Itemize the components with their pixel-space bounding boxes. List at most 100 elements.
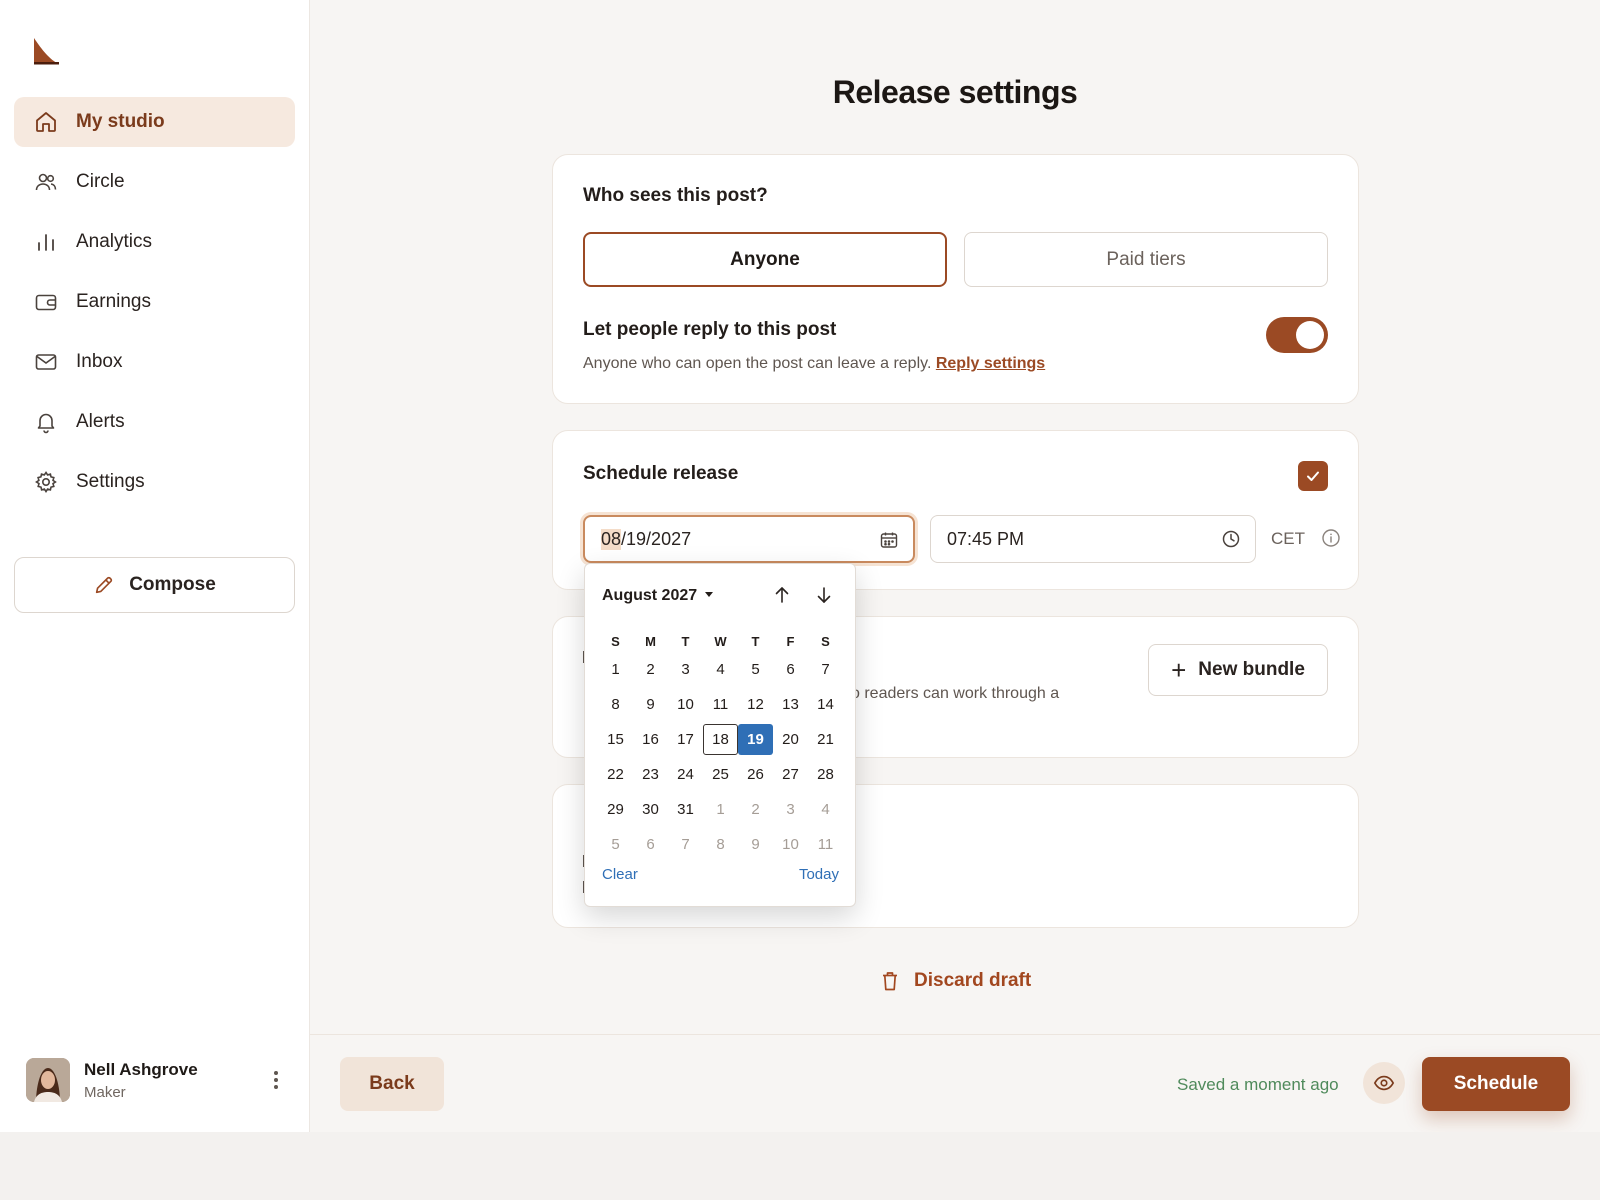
calendar-day[interactable]: 8 — [703, 829, 738, 860]
calendar-day[interactable]: 20 — [773, 724, 808, 755]
calendar-icon[interactable] — [879, 530, 899, 550]
calendar-day[interactable]: 22 — [598, 759, 633, 790]
new-bundle-label: New bundle — [1198, 659, 1305, 680]
calendar-day[interactable]: 2 — [738, 794, 773, 825]
calendar-day-selected[interactable]: 19 — [738, 724, 773, 755]
calendar-day[interactable]: 14 — [808, 689, 843, 720]
sidebar-item-my-studio[interactable]: My studio — [14, 97, 295, 147]
audience-option-paid-tiers[interactable]: Paid tiers — [964, 232, 1328, 287]
calendar-day[interactable]: 6 — [633, 829, 668, 860]
calendar-day[interactable]: 7 — [808, 654, 843, 685]
bar-chart-icon — [34, 230, 58, 254]
sidebar-item-earnings[interactable]: Earnings — [14, 277, 295, 327]
discard-draft-label: Discard draft — [914, 970, 1032, 991]
time-input[interactable]: 07:45 PM — [930, 515, 1256, 563]
calendar-day[interactable]: 27 — [773, 759, 808, 790]
date-month-segment[interactable]: 08 — [601, 528, 622, 550]
home-icon — [34, 110, 58, 134]
users-icon — [34, 170, 58, 194]
calendar-day[interactable]: 7 — [668, 829, 703, 860]
schedule-checkbox[interactable] — [1298, 461, 1328, 491]
reply-settings-link[interactable]: Reply settings — [936, 355, 1045, 372]
compose-button[interactable]: Compose — [14, 557, 295, 613]
calendar-day[interactable]: 15 — [598, 724, 633, 755]
sidebar-item-analytics[interactable]: Analytics — [14, 217, 295, 267]
calendar-weekday: M — [645, 634, 656, 649]
preview-button[interactable] — [1363, 1062, 1405, 1104]
date-input[interactable]: 08/19/2027 — [583, 515, 915, 563]
arrow-up-icon[interactable] — [772, 584, 792, 606]
calendar-week-row: 15 16 17 18 19 20 21 — [598, 724, 844, 759]
calendar-month-selector[interactable]: August 2027 — [602, 587, 713, 605]
calendar-day[interactable]: 9 — [633, 689, 668, 720]
calendar-day[interactable]: 1 — [703, 794, 738, 825]
user-profile[interactable]: Nell Ashgrove Maker — [26, 1056, 286, 1104]
sidebar-item-label: Circle — [76, 171, 125, 192]
date-picker-popover: August 2027 S M T W T F S 1 2 3 4 5 6 7 8 9 10 11 12 13 14 15… — [584, 563, 856, 907]
calendar-day[interactable]: 4 — [808, 794, 843, 825]
discard-draft-button[interactable]: Discard draft — [880, 970, 1031, 992]
sidebar-nav: My studio Circle Analytics Earnings Inbo… — [14, 97, 295, 517]
calendar-day[interactable]: 18 — [703, 724, 738, 755]
trash-icon — [883, 972, 897, 991]
brand-logo[interactable] — [32, 36, 60, 66]
bundle-description-partial: o readers can work through a — [851, 685, 1060, 702]
sidebar-item-label: Earnings — [76, 291, 151, 312]
calendar-day[interactable]: 6 — [773, 654, 808, 685]
sidebar-item-alerts[interactable]: Alerts — [14, 397, 295, 447]
sidebar-item-label: My studio — [76, 111, 165, 132]
calendar-day[interactable]: 13 — [773, 689, 808, 720]
new-bundle-button[interactable]: + New bundle — [1148, 644, 1328, 696]
calendar-day[interactable]: 17 — [668, 724, 703, 755]
calendar-day[interactable]: 29 — [598, 794, 633, 825]
calendar-today-button[interactable]: Today — [799, 866, 839, 883]
calendar-day[interactable]: 10 — [668, 689, 703, 720]
calendar-clear-button[interactable]: Clear — [602, 866, 638, 883]
info-icon[interactable] — [1321, 528, 1341, 548]
sidebar-item-circle[interactable]: Circle — [14, 157, 295, 207]
calendar-day[interactable]: 11 — [808, 829, 843, 860]
calendar-day[interactable]: 4 — [703, 654, 738, 685]
replies-toggle[interactable] — [1266, 317, 1328, 353]
calendar-day[interactable]: 25 — [703, 759, 738, 790]
audience-option-anyone[interactable]: Anyone — [583, 232, 947, 287]
user-role: Maker — [84, 1083, 126, 1101]
calendar-day[interactable]: 16 — [633, 724, 668, 755]
sidebar-item-label: Analytics — [76, 231, 153, 252]
calendar-day[interactable]: 1 — [598, 654, 633, 685]
calendar-week-row: 8 9 10 11 12 13 14 — [598, 689, 844, 724]
sidebar-item-settings[interactable]: Settings — [14, 457, 295, 507]
schedule-button[interactable]: Schedule — [1422, 1057, 1570, 1111]
calendar-day[interactable]: 30 — [633, 794, 668, 825]
calendar-day[interactable]: 23 — [633, 759, 668, 790]
calendar-day[interactable]: 8 — [598, 689, 633, 720]
calendar-grid: S M T W T F S 1 2 3 4 5 6 7 8 9 10 11 12 13 14 15 16 17 18 19 20 21… — [598, 626, 844, 864]
calendar-day[interactable]: 31 — [668, 794, 703, 825]
calendar-day[interactable]: 5 — [598, 829, 633, 860]
calendar-day[interactable]: 11 — [703, 689, 738, 720]
window-bottom-area — [0, 1132, 1600, 1200]
more-options-icon[interactable] — [266, 1066, 286, 1094]
calendar-day[interactable]: 26 — [738, 759, 773, 790]
calendar-day[interactable]: 9 — [738, 829, 773, 860]
save-status: Saved a moment ago — [1177, 1075, 1339, 1094]
sidebar-item-label: Inbox — [76, 351, 123, 372]
date-rest-segment: /19/2027 — [621, 528, 692, 549]
calendar-day[interactable]: 24 — [668, 759, 703, 790]
arrow-down-icon[interactable] — [814, 584, 834, 606]
calendar-day[interactable]: 3 — [668, 654, 703, 685]
calendar-day[interactable]: 3 — [773, 794, 808, 825]
calendar-day[interactable]: 5 — [738, 654, 773, 685]
sidebar-item-inbox[interactable]: Inbox — [14, 337, 295, 387]
calendar-day[interactable]: 12 — [738, 689, 773, 720]
calendar-day[interactable]: 28 — [808, 759, 843, 790]
calendar-day[interactable]: 10 — [773, 829, 808, 860]
calendar-weekday: F — [786, 634, 795, 649]
calendar-day[interactable]: 2 — [633, 654, 668, 685]
calendar-week-row: 22 23 24 25 26 27 28 — [598, 759, 844, 794]
eye-icon — [1373, 1075, 1395, 1091]
back-button[interactable]: Back — [340, 1057, 444, 1111]
calendar-day[interactable]: 21 — [808, 724, 843, 755]
compose-label: Compose — [129, 574, 216, 595]
clock-icon[interactable] — [1221, 529, 1241, 549]
